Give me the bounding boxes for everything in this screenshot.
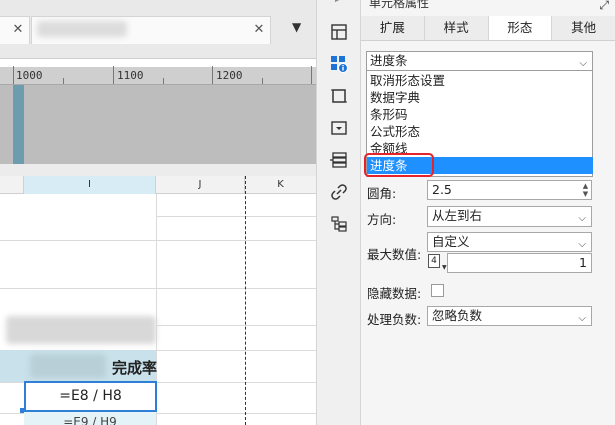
option-cancel-shape[interactable]: 取消形态设置 — [370, 72, 445, 89]
grid-line — [0, 288, 316, 289]
close-icon[interactable]: ✕ — [11, 22, 25, 37]
horizontal-ruler: 1000 1100 1200 — [0, 66, 316, 164]
header-cell-text: 完成率 — [112, 359, 158, 377]
sheet-tab-bar: ✕ ✕ ▼ — [0, 0, 316, 59]
collapse-arrow-icon[interactable]: ▶ — [335, 0, 342, 4]
ruler-label: 1100 — [117, 69, 144, 82]
chevron-down-icon: ⌵ — [578, 313, 586, 324]
radius-value: 2.5 — [432, 182, 452, 197]
option-barcode[interactable]: 条形码 — [370, 106, 408, 123]
row-header-strip — [0, 350, 24, 382]
cell-properties-panel: 单元格属性 ⤢ 扩展 样式 形态 其他 进度条 ⌵ 取消形态设置 数据字典 条形… — [361, 0, 615, 425]
sheet-tab-2[interactable]: ✕ — [31, 16, 271, 44]
negative-value: 忽略负数 — [432, 308, 483, 323]
ruler-tick — [311, 66, 312, 84]
formula-badge-icon[interactable]: 4 — [428, 254, 440, 268]
column-header-k[interactable]: K — [245, 176, 316, 194]
direction-label: 方向: — [367, 212, 397, 227]
chevron-down-icon: ⌵ — [578, 239, 586, 250]
shape-type-value: 进度条 — [370, 53, 408, 68]
spinner-down-icon[interactable]: ▼ — [581, 190, 590, 198]
ruler-tick — [262, 78, 263, 84]
panel-title: 单元格属性 — [369, 0, 430, 10]
ruler-tick — [212, 66, 213, 84]
max-value-label: 最大数值: — [367, 247, 422, 262]
hide-data-checkbox[interactable] — [431, 284, 444, 297]
radius-spinner[interactable]: 2.5 ▲ ▼ — [427, 180, 592, 200]
chevron-down-icon: ⌵ — [578, 213, 586, 224]
column-header-i[interactable]: I — [24, 176, 156, 194]
ruler-tick — [163, 78, 164, 84]
expand-icon[interactable]: ⤢ — [599, 0, 609, 13]
page-break-line — [245, 176, 246, 425]
condition-icon[interactable] — [329, 150, 349, 170]
tab-other[interactable]: 其他 — [552, 16, 615, 40]
tree-icon[interactable] — [329, 214, 349, 234]
column-header-j[interactable]: J — [156, 176, 245, 194]
link-icon[interactable] — [329, 182, 349, 202]
radius-label: 圆角: — [367, 186, 397, 201]
property-icon-bar: ▶ — [316, 0, 361, 425]
max-mode-select[interactable]: 自定义 ⌵ — [427, 232, 592, 252]
direction-select[interactable]: 从左到右 ⌵ — [427, 206, 592, 227]
grid-line — [0, 240, 316, 241]
blurred-header-text — [30, 354, 106, 378]
ruler-tick — [13, 66, 14, 84]
formula-cell-next[interactable]: =E9 / H9 — [24, 412, 156, 425]
badge-arrow-icon: ▼ — [442, 264, 447, 271]
ruler-label: 1200 — [216, 69, 243, 82]
selected-formula-cell[interactable]: =E8 / H8 — [24, 381, 157, 412]
widget-icon[interactable] — [329, 118, 349, 138]
option-data-dictionary[interactable]: 数据字典 — [370, 89, 420, 106]
spinner-up-icon[interactable]: ▲ — [581, 182, 590, 190]
option-formula-shape[interactable]: 公式形态 — [370, 123, 420, 140]
tab-shape[interactable]: 形态 — [488, 16, 553, 40]
close-icon[interactable]: ✕ — [252, 22, 266, 37]
hide-data-label: 隐藏数据: — [367, 286, 422, 301]
negative-select[interactable]: 忽略负数 ⌵ — [427, 306, 592, 326]
tab-menu-icon[interactable]: ▼ — [292, 20, 301, 34]
sheet-tab-1[interactable]: ✕ — [0, 16, 30, 44]
direction-value: 从左到右 — [432, 208, 483, 223]
negative-label: 处理负数: — [367, 312, 422, 327]
grid-line — [156, 325, 316, 326]
cell-style-icon[interactable] — [329, 22, 349, 42]
panel-tabs: 扩展 样式 形态 其他 — [361, 16, 615, 41]
ruler-position-marker[interactable] — [13, 85, 24, 164]
ruler-label: 1000 — [16, 69, 43, 82]
progress-bar-highlight — [364, 153, 434, 177]
max-mode-value: 自定义 — [432, 234, 470, 249]
column-header-row: I J K — [0, 176, 316, 194]
blurred-tab-title — [37, 21, 127, 37]
ruler-scale: 1000 1100 1200 — [0, 66, 316, 85]
tab-style[interactable]: 样式 — [424, 16, 489, 40]
max-value-text: 1 — [579, 255, 587, 270]
formula-cell-next-text: =E9 / H9 — [63, 415, 117, 425]
tab-expand[interactable]: 扩展 — [361, 16, 425, 40]
max-value-input[interactable]: 1 — [447, 253, 592, 273]
ruler-tick — [63, 78, 64, 84]
shape-type-select[interactable]: 进度条 ⌵ — [366, 51, 593, 71]
column-header[interactable] — [0, 176, 24, 194]
border-icon[interactable] — [329, 86, 349, 106]
grid-line — [156, 216, 316, 217]
blurred-cell-content — [6, 316, 156, 344]
cell-attribute-icon[interactable] — [329, 54, 349, 74]
ruler-tick — [113, 66, 114, 84]
ruler-gap — [0, 164, 316, 176]
